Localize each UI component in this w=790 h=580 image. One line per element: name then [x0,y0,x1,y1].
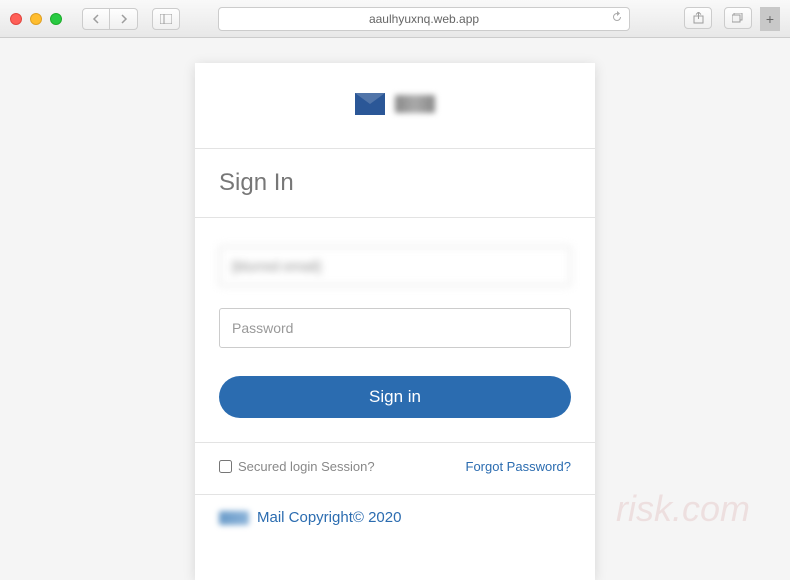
signin-button[interactable]: Sign in [219,376,571,418]
secured-session-checkbox[interactable]: Secured login Session? [219,459,375,474]
username-input[interactable] [219,246,571,286]
secured-label: Secured login Session? [238,459,375,474]
forward-button[interactable] [110,8,138,30]
back-button[interactable] [82,8,110,30]
footer-text: Mail Copyright© 2020 [257,509,401,526]
secured-checkbox-input[interactable] [219,460,232,473]
password-input[interactable] [219,308,571,348]
card-footer: Mail Copyright© 2020 [195,495,595,544]
form-area: Sign in [195,218,595,442]
address-bar[interactable]: aaulhyuxnq.web.app [218,7,630,31]
close-window-icon[interactable] [10,13,22,25]
share-button[interactable] [684,7,712,29]
mail-logo [355,93,435,115]
mail-icon [355,93,385,115]
card-header [195,63,595,148]
signin-card: Sign In Sign in Secured login Session? F… [195,63,595,580]
brand-name-blurred [395,95,435,113]
minimize-window-icon[interactable] [30,13,42,25]
forgot-password-link[interactable]: Forgot Password? [466,459,572,474]
reload-icon[interactable] [611,11,623,26]
sidebar-toggle-button[interactable] [152,8,180,30]
browser-toolbar: aaulhyuxnq.web.app + [0,0,790,38]
tabs-button[interactable] [724,7,752,29]
new-tab-button[interactable]: + [760,7,780,31]
page-content: Sign In Sign in Secured login Session? F… [0,38,790,580]
url-text: aaulhyuxnq.web.app [369,12,479,26]
footer-brand-blurred [219,511,249,525]
maximize-window-icon[interactable] [50,13,62,25]
options-row: Secured login Session? Forgot Password? [195,443,595,494]
signin-title: Sign In [195,149,595,217]
window-controls [10,13,62,25]
